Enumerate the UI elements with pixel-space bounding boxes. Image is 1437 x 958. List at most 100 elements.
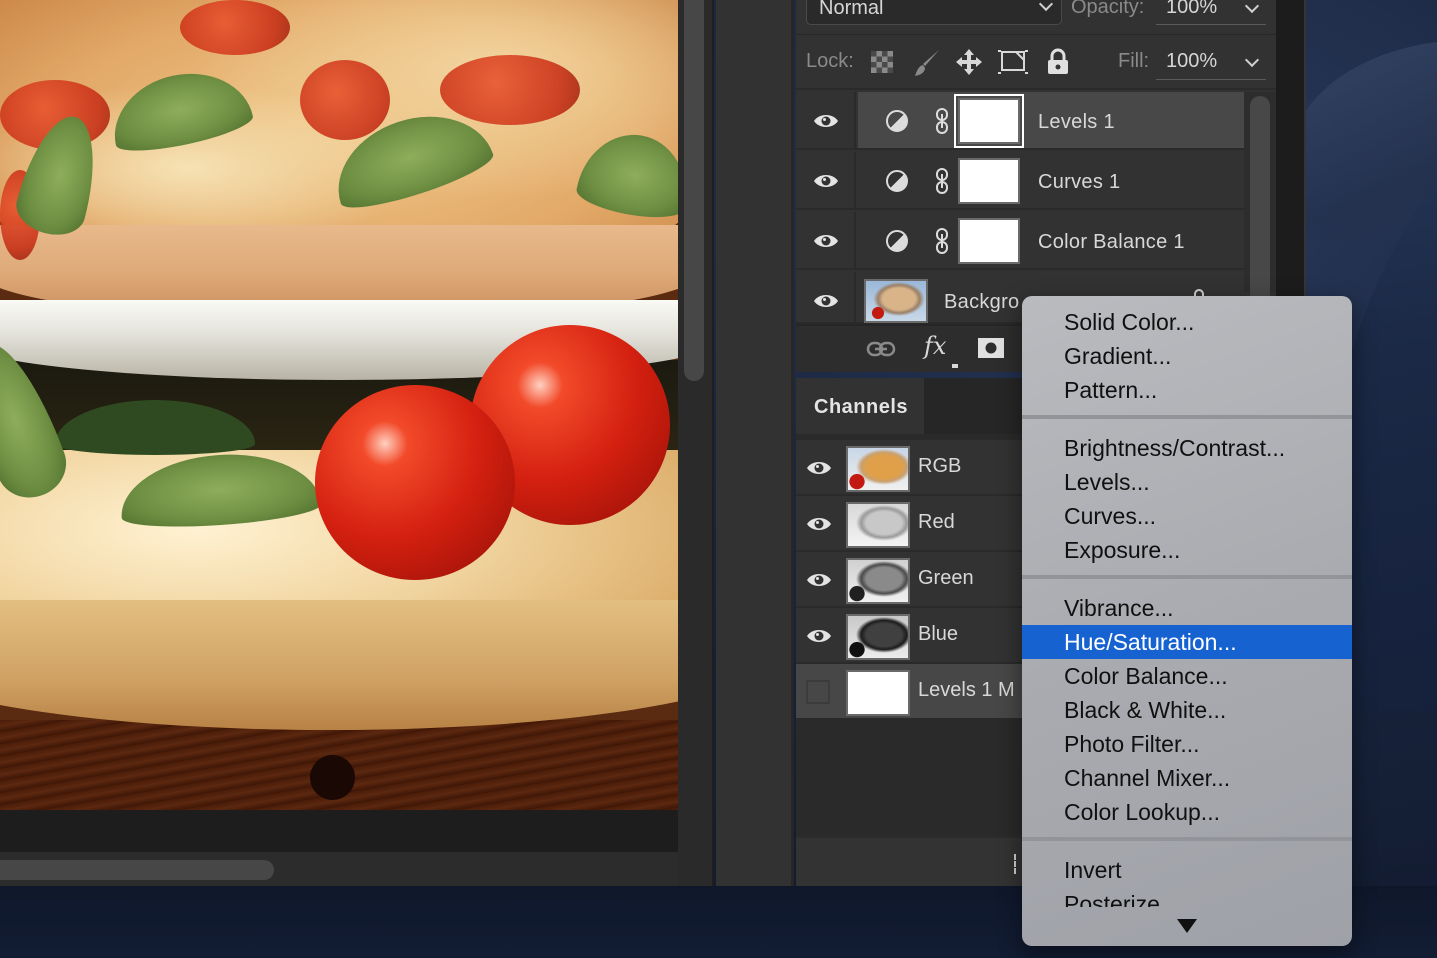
photo-olive	[310, 755, 355, 800]
adjustment-layer-icon	[886, 230, 908, 252]
lock-position-icon[interactable]	[955, 48, 983, 76]
layer-mask-thumbnail[interactable]	[958, 158, 1020, 204]
menu-item-curves[interactable]: Curves...	[1022, 499, 1352, 533]
chevron-down-icon	[1038, 0, 1054, 12]
eye-icon[interactable]	[806, 460, 832, 476]
layer-mask-thumbnail[interactable]	[958, 218, 1020, 264]
lock-transparent-pixels-icon[interactable]	[871, 51, 893, 73]
menu-item-photo-filter[interactable]: Photo Filter...	[1022, 727, 1352, 761]
panel-dock-strip	[716, 0, 794, 886]
menu-item-channel-mixer[interactable]: Channel Mixer...	[1022, 761, 1352, 795]
menu-item-color-lookup[interactable]: Color Lookup...	[1022, 795, 1352, 829]
eye-icon	[814, 115, 838, 127]
photo-topping	[300, 60, 390, 140]
channel-thumbnail	[846, 670, 910, 716]
document-canvas[interactable]	[0, 0, 678, 886]
menu-item-posterize-clip: Posterize	[1022, 887, 1352, 907]
menu-item-exposure[interactable]: Exposure...	[1022, 533, 1352, 567]
mask-link-icon[interactable]	[935, 228, 949, 254]
channel-name: RGB	[918, 455, 962, 477]
channel-row-levels-1-mask[interactable]: Levels 1 M	[796, 664, 1036, 720]
menu-item-vibrance[interactable]: Vibrance...	[1022, 591, 1352, 625]
lock-all-icon[interactable]	[1046, 48, 1070, 76]
channel-name: Green	[918, 567, 974, 589]
fill-underline	[1156, 79, 1266, 80]
adjustment-layer-icon	[886, 170, 908, 192]
fill-label: Fill:	[1118, 50, 1150, 72]
visibility-toggle[interactable]	[796, 152, 856, 208]
menu-item-solid-color[interactable]: Solid Color...	[1022, 305, 1352, 339]
menu-item-color-balance[interactable]: Color Balance...	[1022, 659, 1352, 693]
opacity-label: Opacity:	[1071, 0, 1145, 18]
blend-mode-value: Normal	[819, 0, 884, 19]
fill-value[interactable]: 100%	[1166, 50, 1217, 73]
canvas-horizontal-scroll-thumb[interactable]	[0, 860, 274, 880]
divider	[796, 88, 1276, 90]
panel-edge	[1276, 0, 1306, 300]
eye-icon[interactable]	[806, 516, 832, 532]
scroll-down-arrow-icon[interactable]	[1177, 919, 1197, 933]
eye-icon[interactable]	[806, 628, 832, 644]
layer-name[interactable]: Curves 1	[1038, 171, 1120, 194]
photo-topping	[180, 0, 290, 55]
pizza-photo	[0, 0, 678, 810]
fx-icon[interactable]: fx	[924, 332, 946, 360]
lock-artboard-icon[interactable]	[998, 48, 1028, 76]
layers-scroll-thumb[interactable]	[1250, 96, 1270, 296]
photo-topping	[440, 55, 580, 125]
eye-icon	[814, 295, 838, 307]
menu-separator	[1022, 837, 1352, 841]
channel-thumbnail	[846, 502, 910, 548]
lock-label: Lock:	[806, 50, 854, 72]
adjustment-layer-icon	[886, 110, 908, 132]
layer-row-curves-1[interactable]: Curves 1	[796, 152, 1244, 210]
visibility-toggle[interactable]	[796, 92, 856, 148]
mask-link-icon[interactable]	[935, 168, 949, 194]
canvas-vertical-scroll-thumb[interactable]	[684, 0, 704, 381]
channel-thumbnail	[846, 446, 910, 492]
photo-board-edge	[0, 600, 678, 730]
photo-tomato	[315, 385, 515, 580]
menu-item-pattern[interactable]: Pattern...	[1022, 373, 1352, 407]
fx-dropdown-indicator	[952, 364, 958, 368]
visibility-toggle[interactable]	[796, 212, 856, 268]
menu-item-black-white[interactable]: Black & White...	[1022, 693, 1352, 727]
lock-image-pixels-icon[interactable]	[913, 48, 941, 78]
layer-row-levels-1[interactable]: Levels 1	[796, 92, 1244, 150]
menu-item-brightness-contrast[interactable]: Brightness/Contrast...	[1022, 431, 1352, 465]
menu-item-hue-saturation[interactable]: Hue/Saturation...	[1022, 625, 1352, 659]
layer-name[interactable]: Color Balance 1	[1038, 231, 1185, 254]
channel-row-rgb[interactable]: RGB	[796, 440, 1036, 496]
channel-name: Levels 1 M	[918, 679, 1015, 701]
add-mask-icon[interactable]	[978, 338, 1004, 358]
channels-panel-footer	[796, 836, 1036, 886]
visibility-toggle[interactable]	[796, 272, 856, 322]
opacity-underline	[1156, 24, 1266, 25]
channel-row-red[interactable]: Red	[796, 496, 1036, 552]
eye-icon	[814, 235, 838, 247]
blend-mode-select[interactable]: Normal	[806, 0, 1062, 25]
eye-icon	[814, 175, 838, 187]
channel-row-blue[interactable]: Blue	[796, 608, 1036, 664]
layer-thumbnail[interactable]	[864, 279, 928, 323]
eye-icon[interactable]	[806, 572, 832, 588]
layer-name[interactable]: Levels 1	[1038, 111, 1115, 134]
mask-link-icon[interactable]	[935, 108, 949, 134]
channel-name: Red	[918, 511, 955, 533]
layer-mask-thumbnail[interactable]	[954, 94, 1024, 148]
menu-item-levels[interactable]: Levels...	[1022, 465, 1352, 499]
link-layers-icon[interactable]	[866, 340, 896, 358]
channel-name: Blue	[918, 623, 959, 645]
menu-separator	[1022, 415, 1352, 419]
layer-name[interactable]: Backgro	[944, 291, 1019, 314]
channel-thumbnail	[846, 558, 910, 604]
channel-row-green[interactable]: Green	[796, 552, 1036, 608]
layer-row-color-balance-1[interactable]: Color Balance 1	[796, 212, 1244, 270]
menu-item-invert[interactable]: Invert	[1022, 853, 1352, 887]
menu-item-posterize[interactable]: Posterize	[1022, 887, 1352, 907]
new-adjustment-layer-menu: Solid Color... Gradient... Pattern... Br…	[1022, 296, 1352, 946]
visibility-checkbox[interactable]	[806, 680, 830, 704]
tab-channels[interactable]: Channels	[796, 378, 924, 434]
opacity-value[interactable]: 100%	[1166, 0, 1217, 19]
menu-item-gradient[interactable]: Gradient...	[1022, 339, 1352, 373]
